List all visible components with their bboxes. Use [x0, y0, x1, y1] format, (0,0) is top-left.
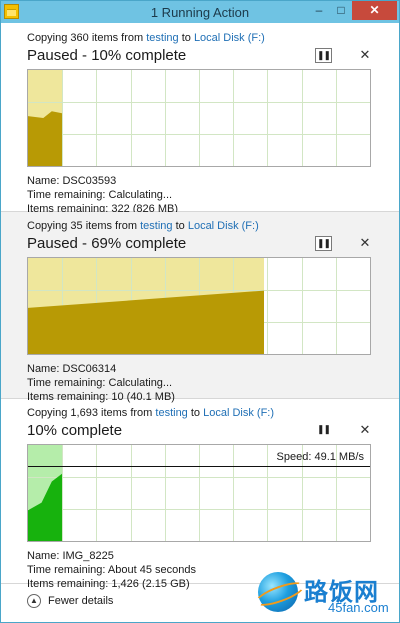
minimize-button[interactable]: –	[308, 1, 330, 20]
progress-status: 10% complete	[27, 422, 123, 439]
transfer-speed-graph: Speed: 49.1 MB/s	[27, 444, 371, 542]
title-bar[interactable]: 1 Running Action – □ ✕	[1, 1, 399, 23]
copy-operation-3: Copying 1,693 items from testing to Loca…	[1, 399, 399, 590]
speed-chart	[28, 70, 370, 166]
globe-logo-icon	[258, 572, 298, 612]
copy-description: Copying 360 items from testing to Local …	[27, 32, 265, 44]
speed-chart	[28, 258, 370, 354]
watermark-text-en: 45fan.com	[328, 600, 389, 615]
copy-operation-1: Copying 360 items from testing to Local …	[1, 24, 399, 215]
copy-description: Copying 1,693 items from testing to Loca…	[27, 407, 275, 419]
pause-button[interactable]: ❚❚	[315, 423, 332, 438]
current-file-name: Name: DSC06314	[27, 363, 117, 375]
transfer-speed-graph	[27, 69, 371, 167]
destination-link[interactable]: Local Disk (F:)	[188, 220, 259, 232]
cancel-button[interactable]: ✕	[358, 422, 372, 438]
watermark-logo: 路饭网 45fan.com	[258, 570, 398, 620]
throughput-area	[28, 111, 62, 166]
progress-status: Paused - 69% complete	[27, 235, 187, 252]
cancel-button[interactable]: ✕	[358, 235, 372, 251]
chevron-up-icon[interactable]: ▲	[27, 594, 41, 608]
source-link[interactable]: testing	[146, 32, 178, 44]
close-button[interactable]: ✕	[352, 1, 397, 20]
current-file-name: Name: IMG_8225	[27, 550, 114, 562]
operation-details: Name: DSC06314 Time remaining: Calculati…	[27, 362, 175, 404]
time-remaining: Time remaining: Calculating...	[27, 377, 173, 389]
fewer-details-link[interactable]: Fewer details	[48, 595, 113, 607]
destination-link[interactable]: Local Disk (F:)	[203, 407, 274, 419]
copy-operation-2: Copying 35 items from testing to Local D…	[1, 212, 399, 403]
source-link[interactable]: testing	[140, 220, 172, 232]
speed-label: Speed: 49.1 MB/s	[276, 451, 364, 463]
destination-link[interactable]: Local Disk (F:)	[194, 32, 265, 44]
maximize-button[interactable]: □	[330, 1, 352, 20]
current-file-name: Name: DSC03593	[27, 175, 117, 187]
pause-button[interactable]: ❚❚	[315, 236, 332, 251]
copy-progress-window: 1 Running Action – □ ✕ Copying 360 items…	[0, 0, 400, 623]
progress-status: Paused - 10% complete	[27, 47, 187, 64]
transfer-speed-graph	[27, 257, 371, 355]
pause-button[interactable]: ❚❚	[315, 48, 332, 63]
operation-details: Name: DSC03593 Time remaining: Calculati…	[27, 174, 178, 216]
time-remaining: Time remaining: About 45 seconds	[27, 564, 196, 576]
time-remaining: Time remaining: Calculating...	[27, 189, 173, 201]
cancel-button[interactable]: ✕	[358, 47, 372, 63]
source-link[interactable]: testing	[155, 407, 187, 419]
copy-description: Copying 35 items from testing to Local D…	[27, 220, 259, 232]
